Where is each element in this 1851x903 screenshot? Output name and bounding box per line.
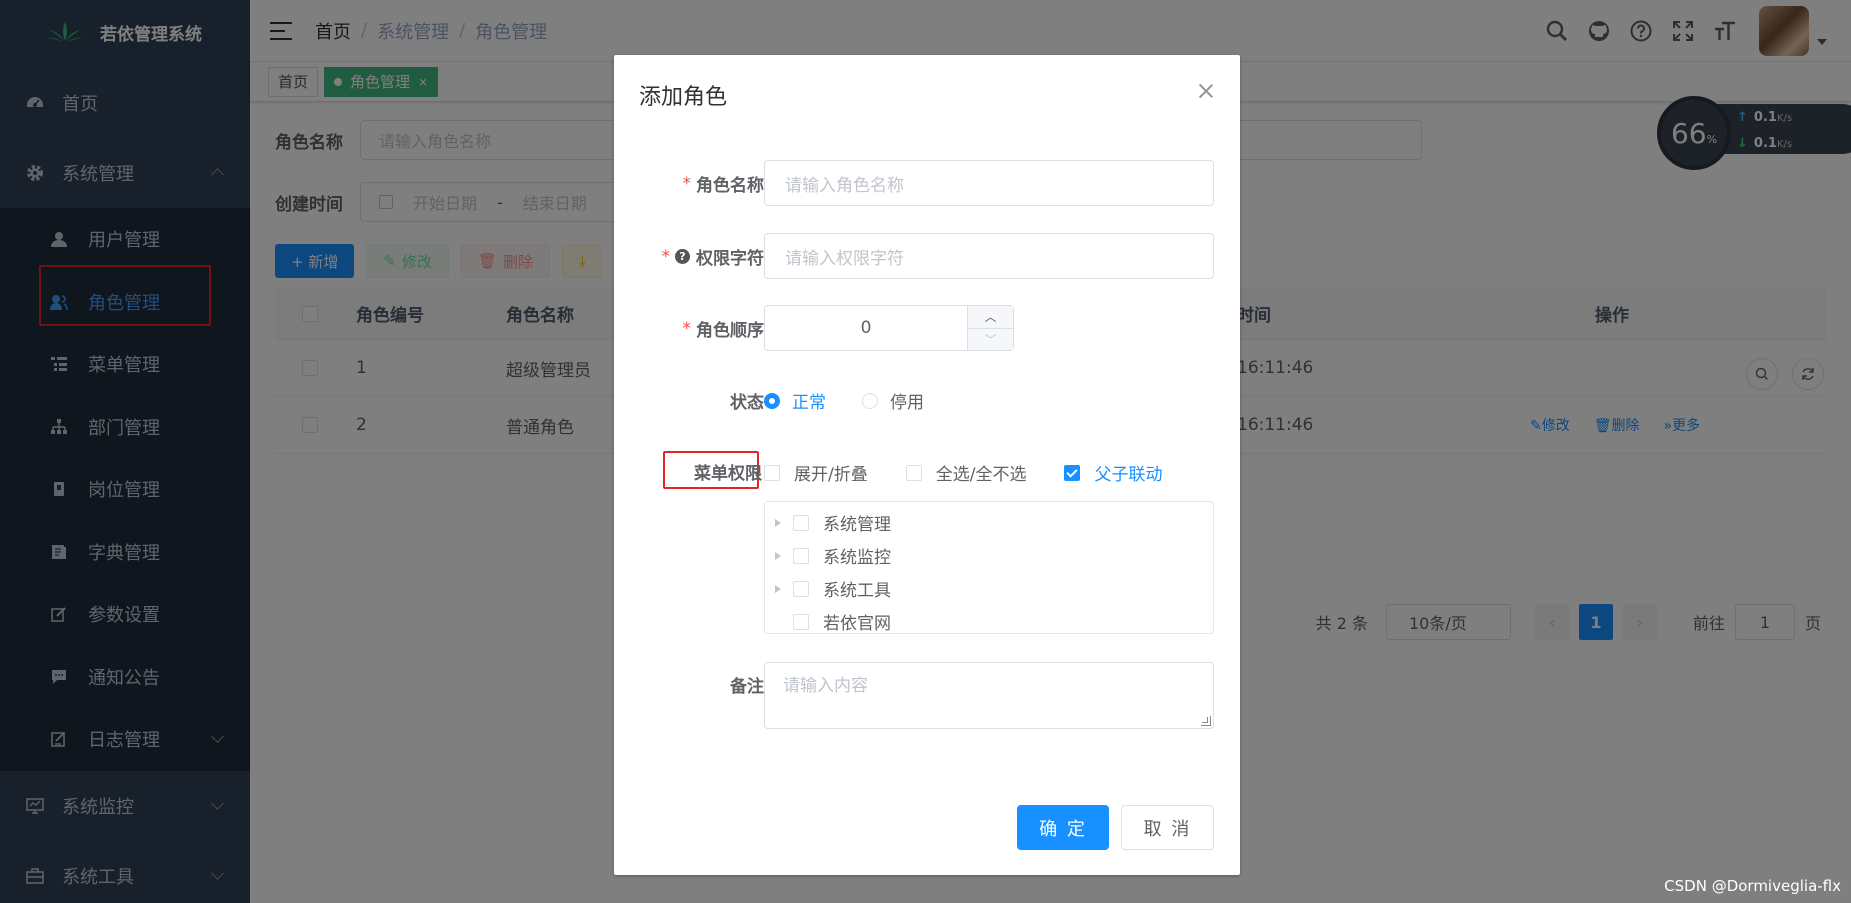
question-circle-icon[interactable]: ? <box>675 249 690 264</box>
radio-label: 正常 <box>792 393 826 413</box>
required-mark: * <box>661 246 671 267</box>
field-label: 备注 <box>730 677 764 697</box>
decrease-button[interactable]: ﹀ <box>968 327 1013 351</box>
status-radio-normal[interactable]: 正常 <box>764 388 826 413</box>
tree-node[interactable]: 若依官网 <box>765 605 1213 638</box>
cancel-button[interactable]: 取 消 <box>1121 805 1214 850</box>
label-text: 角色名称 <box>696 176 764 196</box>
remark-textarea[interactable]: 请输入内容 <box>764 662 1214 729</box>
stepper-controls: ︿ ﹀ <box>967 306 1013 350</box>
checkbox-label: 父子联动 <box>1094 465 1163 485</box>
tree-checkbox[interactable] <box>793 613 809 630</box>
tree-node[interactable]: 系统监控 <box>765 539 1213 572</box>
placeholder: 请输入内容 <box>783 676 868 696</box>
role-sort-stepper[interactable]: 0 ︿ ﹀ <box>764 305 1014 351</box>
caret-right-icon[interactable] <box>775 584 781 593</box>
chevron-up-icon: ︿ <box>984 310 997 325</box>
tree-node-label: 系统管理 <box>823 515 891 535</box>
form-item-status: 状态 正常 停用 <box>614 377 1240 423</box>
tree-checkbox[interactable] <box>793 547 809 564</box>
tree-checkbox[interactable] <box>793 514 809 531</box>
field-label: * 角色顺序 <box>682 316 765 342</box>
tree-node-label: 系统工具 <box>823 581 891 601</box>
checkbox-box <box>905 464 922 481</box>
radio-label: 停用 <box>890 393 924 413</box>
role-key-input[interactable]: 请输入权限字符 <box>764 233 1214 279</box>
status-radio-disabled[interactable]: 停用 <box>862 388 924 413</box>
caret-right-icon[interactable] <box>775 518 781 527</box>
expand-collapse-checkbox[interactable]: 展开/折叠 <box>764 460 868 485</box>
field-label: 状态 <box>730 393 764 413</box>
add-role-dialog: 添加角色 * 角色名称 请输入角色名称 *? 权限字符 请输入权限字符 * 角色顺序 … <box>614 55 1240 875</box>
form-item-menu: 菜单权限 展开/折叠 全选/全不选 父子联动 <box>614 451 1240 489</box>
field-label: *? 权限字符 <box>661 244 765 270</box>
menu-options: 展开/折叠 全选/全不选 父子联动 <box>764 460 1200 485</box>
field-label: * 角色名称 <box>682 171 765 197</box>
increase-button[interactable]: ︿ <box>968 306 1013 328</box>
status-radio-group: 正常 停用 <box>764 388 960 413</box>
stepper-value[interactable]: 0 <box>765 306 967 350</box>
menu-tree: 系统管理 系统监控 系统工具 若依官网 <box>764 501 1214 634</box>
required-mark: * <box>682 173 692 194</box>
required-mark: * <box>682 318 692 339</box>
field-label: 菜单权限 <box>694 464 762 484</box>
tree-checkbox[interactable] <box>793 580 809 597</box>
checkbox-label: 展开/折叠 <box>794 465 868 485</box>
close-icon[interactable] <box>1196 81 1216 101</box>
watermark: CSDN @Dormiveglia-flx <box>1664 877 1841 895</box>
tree-node-label: 系统监控 <box>823 548 891 568</box>
dialog-title: 添加角色 <box>639 85 728 110</box>
label-text: 角色顺序 <box>696 321 764 341</box>
tree-node-label: 若依官网 <box>823 614 891 634</box>
role-name-input[interactable]: 请输入角色名称 <box>764 160 1214 206</box>
chevron-down-icon: ﹀ <box>984 332 997 347</box>
resize-handle-icon[interactable] <box>1201 716 1211 726</box>
checkbox-box <box>1064 464 1081 481</box>
caret-right-icon[interactable] <box>775 551 781 560</box>
label-text: 权限字符 <box>696 249 764 269</box>
radio-circle <box>862 392 878 409</box>
parent-child-link-checkbox[interactable]: 父子联动 <box>1064 460 1162 485</box>
radio-circle <box>764 392 780 409</box>
checkbox-box <box>764 464 780 481</box>
tree-node[interactable]: 系统工具 <box>765 572 1213 605</box>
checkbox-label: 全选/全不选 <box>935 465 1027 485</box>
select-all-checkbox[interactable]: 全选/全不选 <box>905 460 1027 485</box>
tree-node[interactable]: 系统管理 <box>765 506 1213 539</box>
confirm-button[interactable]: 确 定 <box>1017 805 1109 850</box>
